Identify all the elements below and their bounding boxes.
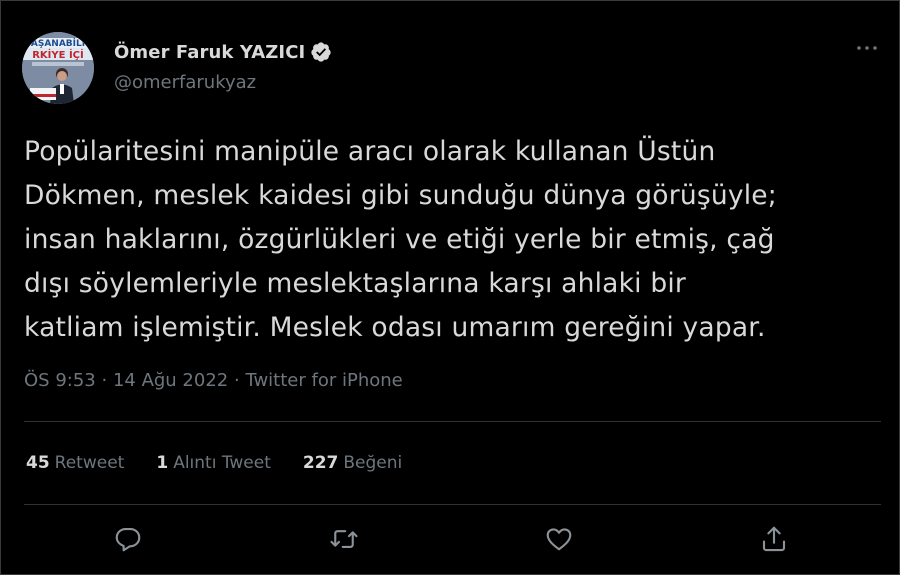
tweet-text: Popülaritesini manipüle aracı olarak kul… bbox=[24, 130, 884, 350]
share-button[interactable] bbox=[754, 519, 794, 559]
retweet-count-link[interactable]: 45 Retweet bbox=[26, 453, 124, 473]
tweet-text-line: insan haklarını, özgürlükleri ve etiği y… bbox=[24, 224, 775, 255]
tweet-text-line: katliam işlemiştir. Meslek odası umarım … bbox=[24, 312, 766, 343]
reply-icon bbox=[115, 527, 141, 552]
more-button[interactable] bbox=[853, 36, 881, 60]
tweet-time[interactable]: ÖS 9:53 bbox=[24, 370, 96, 391]
retweet-button[interactable] bbox=[324, 519, 364, 559]
reply-button[interactable] bbox=[108, 519, 148, 559]
avatar-image: AŞANABİLİ RKİYE İÇİ bbox=[22, 32, 94, 104]
author-row: Ömer Faruk YAZICI bbox=[114, 39, 332, 65]
avatar-banner-top: AŞANABİLİ bbox=[31, 38, 85, 49]
verified-badge-icon bbox=[311, 42, 331, 62]
tweet-meta: ÖS 9:53 · 14 Ağu 2022 · Twitter for iPho… bbox=[24, 370, 403, 391]
tweet-card: AŞANABİLİ RKİYE İÇİ Ömer Faruk YAZICI @o… bbox=[0, 0, 900, 575]
quote-count-link[interactable]: 1 Alıntı Tweet bbox=[156, 453, 271, 473]
quote-count: 1 bbox=[156, 453, 169, 473]
heart-icon bbox=[546, 528, 572, 551]
share-icon bbox=[762, 526, 786, 552]
like-label: Beğeni bbox=[343, 453, 403, 473]
divider bbox=[24, 421, 881, 422]
retweet-icon bbox=[330, 530, 358, 548]
quote-label: Alıntı Tweet bbox=[173, 453, 271, 473]
like-button[interactable] bbox=[539, 519, 579, 559]
tweet-source[interactable]: Twitter for iPhone bbox=[245, 370, 402, 391]
like-count-link[interactable]: 227 Beğeni bbox=[303, 453, 402, 473]
retweet-count: 45 bbox=[26, 453, 50, 473]
display-name[interactable]: Ömer Faruk YAZICI bbox=[114, 42, 305, 63]
engagement-stats: 45 Retweet 1 Alıntı Tweet 227 Beğeni bbox=[26, 453, 434, 473]
divider bbox=[24, 504, 881, 505]
more-horizontal-icon bbox=[857, 46, 877, 50]
avatar[interactable]: AŞANABİLİ RKİYE İÇİ bbox=[22, 32, 94, 104]
tweet-text-line: Popülaritesini manipüle aracı olarak kul… bbox=[24, 136, 716, 167]
tweet-text-line: dışı söylemleriyle meslektaşlarına karşı… bbox=[24, 268, 686, 299]
like-count: 227 bbox=[302, 453, 339, 473]
retweet-label: Retweet bbox=[54, 453, 125, 473]
action-bar bbox=[1, 519, 900, 559]
meta-separator: · bbox=[101, 370, 113, 391]
avatar-banner-bottom: RKİYE İÇİ bbox=[32, 47, 84, 61]
tweet-date[interactable]: 14 Ağu 2022 bbox=[113, 370, 228, 391]
author-handle[interactable]: @omerfarukyaz bbox=[114, 72, 256, 93]
meta-separator: · bbox=[233, 370, 246, 391]
tweet-text-line: Dökmen, meslek kaidesi gibi sunduğu düny… bbox=[24, 180, 777, 211]
